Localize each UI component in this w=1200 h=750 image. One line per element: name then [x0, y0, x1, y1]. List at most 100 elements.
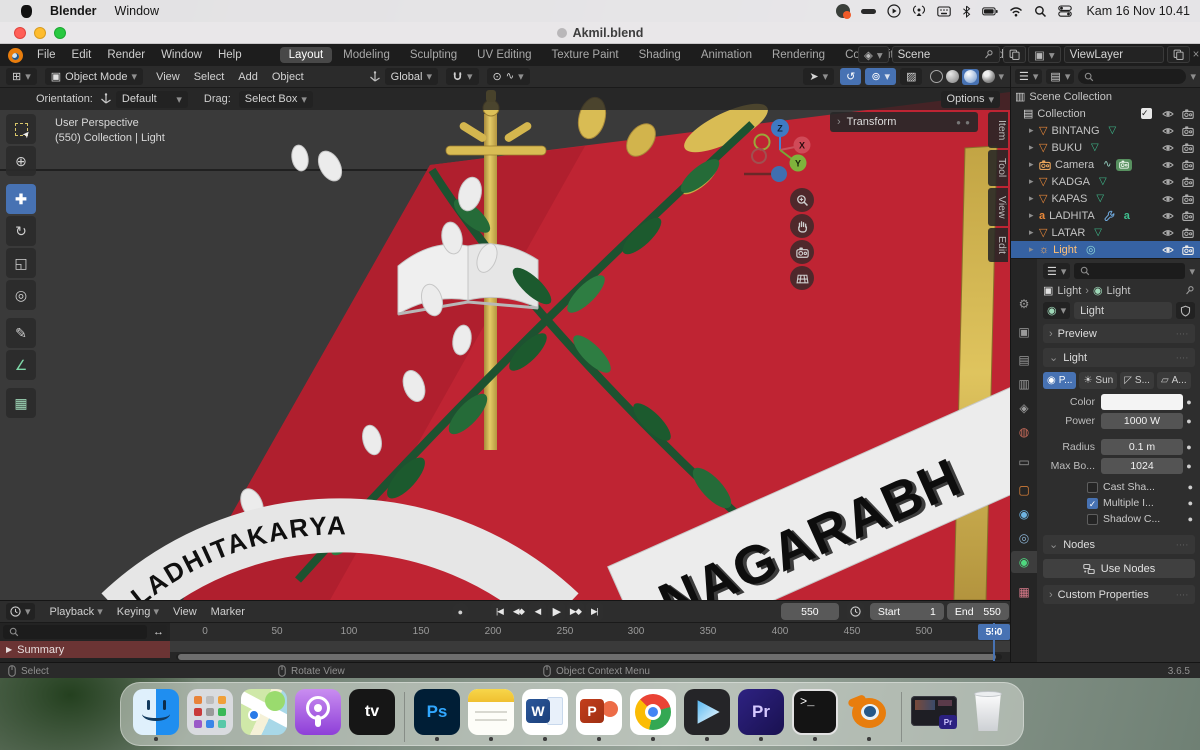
select-menu[interactable]: Select — [187, 71, 232, 83]
tool-move[interactable]: ✚ — [6, 184, 36, 214]
hide-eye-icon[interactable] — [1162, 228, 1174, 238]
tab-texture-paint[interactable]: Texture Paint — [543, 47, 628, 63]
input-source-icon[interactable] — [937, 6, 951, 17]
snap-toggle[interactable]: ▾ — [446, 68, 479, 85]
end-frame-field[interactable]: End 550 — [946, 603, 1009, 620]
mode-dropdown[interactable]: ▣ Object Mode ▾ — [44, 68, 144, 85]
drag-mode-dropdown[interactable]: Select Box ▾ — [238, 90, 313, 108]
light-type-sun[interactable]: ☀ Sun — [1079, 372, 1118, 389]
overlays-toggle[interactable]: ⊚ ▾ — [865, 68, 897, 85]
animate-dot[interactable]: ● — [1188, 498, 1193, 508]
fake-user-button[interactable] — [1176, 302, 1195, 319]
tool-measure[interactable]: ∠ — [6, 350, 36, 380]
orientation-default-dropdown[interactable]: Default ▾ — [115, 90, 188, 108]
tab-item[interactable]: Item — [988, 112, 1008, 149]
dock-media-player[interactable] — [680, 689, 734, 741]
light-type-spot[interactable]: ◸ S... — [1120, 372, 1154, 389]
tab-physics-properties[interactable]: ◉ — [1011, 503, 1037, 525]
perspective-toggle-button[interactable] — [790, 266, 814, 290]
add-menu[interactable]: Add — [231, 71, 265, 83]
outliner-row-kadga[interactable]: ▸ ▽ KADGA ▽ — [1011, 173, 1200, 190]
tab-view[interactable]: View — [988, 187, 1008, 227]
timeline-ruler[interactable]: 0 50 100 150 200 250 300 350 400 450 500… — [170, 623, 1010, 641]
control-center-icon[interactable] — [1058, 5, 1072, 17]
play-button[interactable]: ▶ — [547, 603, 565, 620]
preview-panel-header[interactable]: › Preview ∙∙∙∙ — [1043, 324, 1195, 343]
orientation-dropdown[interactable]: Global ▾ — [384, 68, 438, 85]
stage-pill-icon[interactable] — [861, 8, 877, 14]
outliner-row-ladhita[interactable]: ▸ a LADHITA a — [1011, 207, 1200, 224]
outliner-row-collection[interactable]: ▤ Collection ✓ — [1011, 105, 1200, 122]
viewlayer-new-button[interactable] — [1166, 46, 1190, 63]
tool-cursor[interactable]: ⊕ — [6, 146, 36, 176]
tab-render-properties[interactable]: ▣ — [1011, 321, 1037, 343]
expand-toggle[interactable]: ↔ — [150, 625, 167, 639]
dock-terminal[interactable]: >_ — [788, 689, 842, 741]
nodes-panel-header[interactable]: ⌄ Nodes ∙∙∙∙ — [1043, 535, 1195, 554]
dock-notes[interactable] — [464, 689, 518, 741]
tab-constraint-properties[interactable]: ◎ — [1011, 527, 1037, 549]
render-camera-icon[interactable] — [1182, 245, 1194, 255]
dock-launchpad[interactable] — [183, 689, 237, 741]
jump-to-start-button[interactable]: |◀ — [490, 603, 508, 620]
dock-trash[interactable] — [961, 689, 1015, 741]
hide-eye-icon[interactable] — [1162, 126, 1174, 136]
prev-keyframe-button[interactable]: ◀◆ — [509, 603, 527, 620]
menu-help[interactable]: Help — [210, 49, 250, 61]
camera-view-button[interactable] — [790, 240, 814, 264]
battery-icon[interactable] — [982, 7, 998, 16]
animate-dot[interactable]: ● — [1188, 482, 1193, 492]
gizmo-toggle[interactable]: ↺ — [840, 68, 862, 85]
tab-layout[interactable]: Layout — [279, 47, 333, 63]
collection-checkbox[interactable]: ✓ — [1141, 108, 1152, 119]
screen-record-icon[interactable] — [836, 4, 852, 19]
view-menu-timeline[interactable]: View — [166, 606, 204, 618]
hide-eye-icon[interactable] — [1162, 194, 1174, 204]
cast-shadow-checkbox[interactable] — [1087, 481, 1098, 493]
dock-chrome[interactable] — [626, 689, 680, 741]
outliner-row-buku[interactable]: ▸ ▽ BUKU ▽ — [1011, 139, 1200, 156]
dock-premiere[interactable]: Pr — [734, 689, 788, 741]
dock-blender[interactable] — [842, 689, 896, 741]
editor-type-dropdown[interactable]: ⊞ ▾ — [6, 68, 37, 85]
radius-value-field[interactable]: 0.1 m — [1101, 439, 1183, 455]
playback-menu[interactable]: Playback ▾ — [43, 605, 110, 618]
marker-menu[interactable]: Marker — [204, 606, 252, 618]
light-type-point[interactable]: ◉ P... — [1043, 372, 1077, 389]
color-swatch[interactable] — [1101, 394, 1183, 410]
tab-scene-properties[interactable]: ◈ — [1011, 397, 1037, 419]
tab-sculpting[interactable]: Sculpting — [401, 47, 466, 63]
viewlayer-remove-button[interactable]: × — [1193, 49, 1200, 61]
hide-eye-icon[interactable] — [1162, 160, 1174, 170]
panel-drag-dots[interactable]: ● ● — [956, 118, 971, 127]
tab-world-properties[interactable]: ◍ — [1011, 421, 1037, 443]
tab-edit[interactable]: Edit — [988, 228, 1008, 263]
pin-icon[interactable] — [983, 49, 994, 60]
animate-dot[interactable]: ● — [1183, 416, 1195, 426]
outliner-display-dropdown[interactable]: ▤ ▾ — [1046, 69, 1075, 84]
render-camera-icon[interactable] — [1182, 228, 1194, 238]
tool-rotate[interactable]: ↻ — [6, 216, 36, 246]
dock-minimized-premiere-window[interactable]: Pr — [907, 689, 961, 741]
viewlayer-selector[interactable]: ViewLayer — [1063, 46, 1164, 63]
jump-to-end-button[interactable]: ▶| — [585, 603, 603, 620]
outliner-row-scene-collection[interactable]: ▥ Scene Collection — [1011, 88, 1200, 105]
playhead[interactable] — [993, 623, 995, 661]
menu-render[interactable]: Render — [99, 49, 153, 61]
view-menu[interactable]: View — [149, 71, 187, 83]
scene-type-dropdown[interactable]: ◈ ▾ — [858, 46, 889, 63]
navigation-gizmo[interactable]: Z X Y — [744, 114, 814, 186]
tab-animation[interactable]: Animation — [692, 47, 761, 63]
transform-panel-header[interactable]: › Transform ● ● — [830, 112, 978, 132]
summary-channel[interactable]: ▶ Summary — [0, 641, 170, 658]
play-reverse-button[interactable]: ◀ — [528, 603, 546, 620]
tab-output-properties[interactable]: ▤ — [1011, 349, 1037, 371]
animate-dot[interactable]: ● — [1183, 442, 1195, 452]
pin-icon[interactable] — [1184, 285, 1195, 296]
tab-collection-properties[interactable]: ▭ — [1011, 451, 1037, 473]
hide-eye-icon[interactable] — [1162, 211, 1174, 221]
proportional-editing-toggle[interactable]: ⊙ ∿ ▾ — [486, 68, 530, 85]
play-circle-icon[interactable] — [887, 4, 901, 18]
tab-modeling[interactable]: Modeling — [334, 47, 399, 63]
light-name-field[interactable]: Light — [1074, 302, 1172, 319]
